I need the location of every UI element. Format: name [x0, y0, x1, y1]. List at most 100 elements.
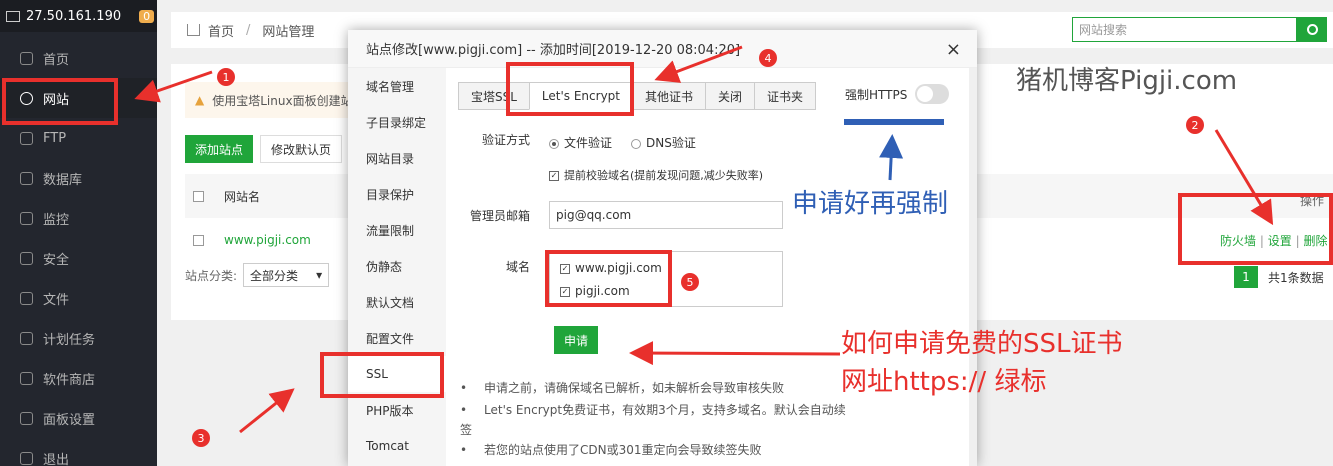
sidebar-item-label: 退出 — [43, 452, 70, 466]
site-category-filter: 站点分类: 全部分类 ▾ — [185, 263, 330, 287]
sidebar-item-label: 首页 — [43, 52, 70, 68]
message-badge[interactable]: 0 — [139, 9, 155, 23]
force-https: 强制HTTPS — [845, 84, 950, 104]
tab-other-cert[interactable]: 其他证书 — [632, 82, 706, 110]
sidebar-item-home[interactable]: 首页 — [0, 38, 157, 78]
toggle-knob — [917, 86, 934, 102]
nav-rewrite[interactable]: 伪静态 — [348, 248, 446, 284]
red-annotation-line: 如何申请免费的SSL证书 — [841, 329, 1123, 359]
precheck-label: 提前校验域名(提前发现问题,减少失败率) — [564, 169, 764, 182]
email-field[interactable]: pig@qq.com — [549, 201, 783, 229]
radio-dns[interactable] — [631, 138, 641, 149]
annotation-box-settings — [1178, 193, 1333, 265]
step-number: 1 — [217, 68, 235, 86]
sidebar-item-database[interactable]: 数据库 — [0, 158, 157, 198]
column-site-name[interactable]: 网站名 — [224, 188, 260, 205]
apply-button[interactable]: 申请 — [554, 326, 598, 354]
notice-bar: ▲ 使用宝塔Linux面板创建站 — [185, 82, 365, 118]
nav-config-file[interactable]: 配置文件 — [348, 320, 446, 356]
verify-dns-option[interactable]: DNS验证 — [631, 134, 696, 151]
red-annotation: 如何申请免费的SSL证书 网址https:// 绿标 — [841, 325, 1123, 401]
category-select[interactable]: 全部分类 ▾ — [243, 263, 330, 287]
breadcrumb-home[interactable]: 首页 — [208, 21, 234, 40]
sidebar-item-monitor[interactable]: 监控 — [0, 198, 157, 238]
folder-icon — [20, 291, 33, 305]
verify-file-label: 文件验证 — [564, 136, 613, 150]
annotation-box-website — [2, 78, 118, 125]
warning-icon: ▲ — [195, 93, 205, 107]
sidebar-item-settings[interactable]: 面板设置 — [0, 398, 157, 438]
breadcrumb-current: 网站管理 — [262, 24, 315, 40]
monitor-icon — [20, 211, 33, 225]
sidebar-item-logout[interactable]: 退出 — [0, 438, 157, 466]
verify-file-option[interactable]: 文件验证 — [549, 134, 612, 151]
tip-continuation: 签 — [460, 423, 473, 437]
breadcrumb-separator: / — [246, 22, 251, 38]
search-input[interactable]: 网站搜索 — [1072, 17, 1297, 42]
nav-tomcat[interactable]: Tomcat — [348, 428, 446, 464]
nav-default-doc[interactable]: 默认文档 — [348, 284, 446, 320]
watermark: 猪机博客Pigji.com — [1016, 66, 1238, 96]
email-label: 管理员邮箱 — [470, 209, 531, 223]
page-number[interactable]: 1 — [1234, 266, 1258, 288]
step-number: 3 — [192, 429, 210, 447]
database-icon — [20, 171, 33, 185]
sidebar-item-label: 数据库 — [43, 172, 83, 188]
radio-file[interactable] — [549, 138, 559, 149]
verify-label: 验证方式 — [482, 133, 531, 147]
sidebar-item-label: 软件商店 — [43, 372, 96, 388]
dialog-title: 站点修改[www.pigji.com] -- 添加时间[2019-12-20 0… — [348, 30, 977, 68]
sidebar-item-label: 文件 — [43, 292, 70, 308]
step-number: 4 — [759, 49, 777, 67]
add-site-button[interactable]: 添加站点 — [185, 135, 254, 163]
logout-icon — [20, 451, 33, 465]
sidebar-item-label: 面板设置 — [43, 412, 96, 428]
force-https-toggle[interactable] — [915, 84, 950, 104]
precheck-checkbox[interactable]: ✓ — [549, 171, 559, 181]
notice-text: 使用宝塔Linux面板创建站 — [212, 93, 353, 108]
dialog-scrollbar[interactable] — [969, 68, 977, 466]
home-icon — [187, 24, 200, 36]
tip-item: Let's Encrypt免费证书，有效期3个月，支持多域名。默认会自动续 — [460, 400, 850, 420]
annotation-box-domains — [545, 250, 672, 307]
monitor-icon — [6, 10, 20, 22]
sidebar-item-security[interactable]: 安全 — [0, 238, 157, 278]
domain-label: 域名 — [506, 260, 531, 274]
nav-site-dir[interactable]: 网站目录 — [348, 140, 446, 176]
annotation-box-ssl — [320, 352, 444, 398]
precheck-option[interactable]: ✓ 提前校验域名(提前发现问题,减少失败率) — [549, 167, 763, 183]
server-ip: 27.50.161.190 — [26, 8, 122, 24]
sidebar-item-store[interactable]: 软件商店 — [0, 358, 157, 398]
tip-item: 申请之前，请确保域名已解析，如未解析会导致审核失败 — [460, 378, 850, 398]
server-info: 27.50.161.190 0 — [0, 0, 157, 32]
sidebar-item-files[interactable]: 文件 — [0, 278, 157, 318]
select-all-checkbox[interactable] — [193, 190, 204, 202]
row-checkbox[interactable] — [193, 234, 204, 246]
sidebar-item-label: FTP — [43, 130, 67, 146]
close-icon[interactable]: × — [946, 39, 961, 60]
total-count: 共1条数据 — [1268, 270, 1324, 285]
tip-item: 若您的站点使用了CDN或301重定向会导致续签失败 — [460, 440, 850, 460]
gear-icon — [20, 411, 33, 425]
tab-close[interactable]: 关闭 — [705, 82, 755, 110]
category-label: 站点分类: — [185, 268, 238, 283]
site-link[interactable]: www.pigji.com — [224, 233, 311, 247]
screen: 27.50.161.190 0 首页 网站 FTP 数据库 监控 安全 文件 计… — [0, 0, 1333, 466]
tab-cert-folder[interactable]: 证书夹 — [754, 82, 817, 110]
search-button[interactable] — [1297, 17, 1327, 42]
chevron-down-icon: ▾ — [316, 268, 323, 282]
modify-default-page-button[interactable]: 修改默认页 — [260, 135, 343, 163]
sidebar-item-label: 监控 — [43, 212, 70, 228]
step-number: 2 — [1186, 116, 1204, 134]
nav-traffic-limit[interactable]: 流量限制 — [348, 212, 446, 248]
sidebar-item-cron[interactable]: 计划任务 — [0, 318, 157, 358]
sidebar: 27.50.161.190 0 首页 网站 FTP 数据库 监控 安全 文件 计… — [0, 0, 157, 466]
calendar-icon — [20, 331, 33, 345]
sidebar-item-label: 计划任务 — [43, 332, 96, 348]
verify-dns-label: DNS验证 — [646, 136, 696, 150]
arrow-3 — [239, 388, 295, 434]
nav-subdir[interactable]: 子目录绑定 — [348, 104, 446, 140]
nav-dir-protect[interactable]: 目录保护 — [348, 176, 446, 212]
grid-icon — [20, 371, 33, 385]
nav-domain[interactable]: 域名管理 — [348, 68, 446, 104]
